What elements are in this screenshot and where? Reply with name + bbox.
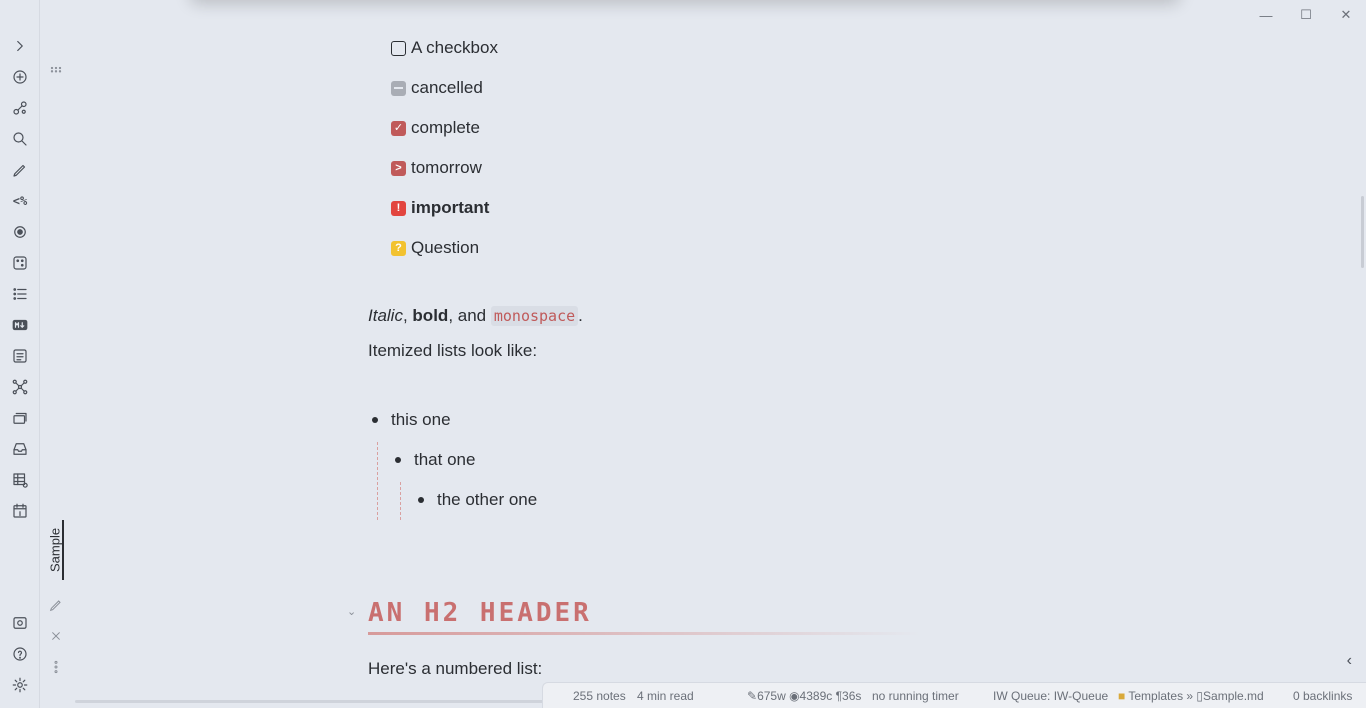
window-controls: — ☐ ✕ [1246, 6, 1366, 24]
task-item[interactable]: ! important [391, 198, 489, 218]
close-window-button[interactable]: ✕ [1326, 6, 1366, 24]
bullet-icon [395, 457, 401, 463]
inbox-icon[interactable] [10, 439, 30, 459]
bullet-icon [418, 497, 424, 503]
expand-right-sidebar-icon[interactable]: ‹ [1347, 652, 1352, 670]
graph-view-icon[interactable] [10, 377, 30, 397]
expand-sidebar-icon[interactable] [10, 36, 30, 56]
left-ribbon: <% [0, 0, 40, 708]
task-item[interactable]: > tomorrow [391, 158, 482, 178]
tab-sample[interactable]: Sample [48, 520, 64, 580]
bold-text: bold [412, 306, 449, 325]
new-note-icon[interactable] [10, 67, 30, 87]
calendar-icon[interactable] [10, 501, 30, 521]
status-timer[interactable]: no running timer [872, 689, 959, 703]
indent-guide [400, 482, 401, 520]
markdown-icon[interactable] [10, 315, 30, 335]
task-label: complete [411, 118, 480, 137]
list-item: the other one [418, 490, 537, 510]
italic-text: Italic [368, 306, 403, 325]
task-item[interactable]: cancelled [391, 78, 483, 98]
status-queue[interactable]: IW Queue: IW-Queue [993, 689, 1108, 703]
checkbox-empty-icon[interactable] [391, 40, 406, 56]
close-tab-icon[interactable] [46, 626, 66, 646]
task-item[interactable]: ? Question [391, 238, 479, 258]
search-icon[interactable] [10, 129, 30, 149]
help-icon[interactable] [10, 644, 30, 664]
vertical-scrollbar[interactable] [1361, 196, 1364, 268]
task-item[interactable]: A checkbox [391, 38, 498, 58]
task-label: Question [411, 238, 480, 257]
status-backlinks[interactable]: 0 backlinks [1293, 689, 1352, 703]
task-label: cancelled [411, 78, 483, 97]
list-icon[interactable] [10, 284, 30, 304]
stack-icon[interactable] [10, 408, 30, 428]
outline-icon[interactable] [10, 346, 30, 366]
pencil-icon[interactable] [10, 160, 30, 180]
checkbox-question-icon[interactable]: ? [391, 240, 406, 256]
checkbox-cancelled-icon[interactable] [391, 80, 406, 96]
status-word-counts: ✎675w ◉4389c ¶36s [747, 689, 861, 703]
monospace-text: monospace [490, 306, 579, 326]
list-item-text: this one [391, 410, 451, 429]
edit-tab-icon[interactable] [46, 595, 66, 615]
task-label: important [411, 198, 490, 217]
task-item[interactable]: ✓ complete [391, 118, 480, 138]
task-label: A checkbox [411, 38, 498, 57]
checkbox-important-icon[interactable]: ! [391, 200, 406, 216]
graph-links-icon[interactable] [10, 98, 30, 118]
horizontal-scrollbar[interactable] [75, 700, 545, 703]
vertical-tab-strip [40, 0, 72, 708]
status-notes: 255 notes [573, 688, 626, 703]
itemized-intro: Itemized lists look like: [368, 341, 538, 360]
separator: , [402, 306, 413, 325]
separator: , and [448, 306, 491, 325]
bullet-icon [372, 417, 378, 423]
grid-menu-icon[interactable] [46, 60, 66, 80]
templater-icon[interactable]: <% [10, 191, 30, 211]
fold-chevron-icon[interactable]: ⌄ [347, 605, 356, 618]
templater-label: <% [12, 194, 28, 208]
pencil-small-icon: ✎ [747, 688, 758, 703]
status-counts-text: 675w ◉4389c ¶36s [757, 688, 862, 703]
status-path[interactable]: ■ Templates » ▯Sample.md [1118, 689, 1264, 703]
status-folder: Templates » [1128, 688, 1194, 703]
list-item-text: the other one [437, 490, 538, 509]
indent-guide [377, 442, 378, 520]
status-read-time: 4 min read [637, 688, 694, 703]
settings-icon[interactable] [10, 675, 30, 695]
list-item: that one [395, 450, 475, 470]
dice-icon[interactable] [10, 253, 30, 273]
list-item-text: that one [414, 450, 476, 469]
status-file: Sample.md [1203, 688, 1264, 703]
vault-icon[interactable] [10, 613, 30, 633]
more-options-icon[interactable] [46, 657, 66, 677]
list-item: this one [372, 410, 451, 430]
h2-heading: AN H2 HEADER [368, 598, 592, 628]
checkbox-complete-icon[interactable]: ✓ [391, 120, 406, 136]
table-icon[interactable] [10, 470, 30, 490]
folder-icon: ■ [1118, 688, 1126, 703]
formatting-paragraph: Italic, bold, and monospace. [368, 306, 583, 326]
task-label: tomorrow [411, 158, 482, 177]
status-bar: 255 notes 4 min read ✎675w ◉4389c ¶36s n… [542, 682, 1366, 708]
heading-underline [368, 632, 920, 635]
minimize-button[interactable]: — [1246, 6, 1286, 24]
period: . [578, 306, 583, 325]
numbered-intro: Here's a numbered list: [368, 659, 543, 678]
maximize-button[interactable]: ☐ [1286, 6, 1326, 24]
record-icon[interactable] [10, 222, 30, 242]
checkbox-tomorrow-icon[interactable]: > [391, 160, 406, 176]
